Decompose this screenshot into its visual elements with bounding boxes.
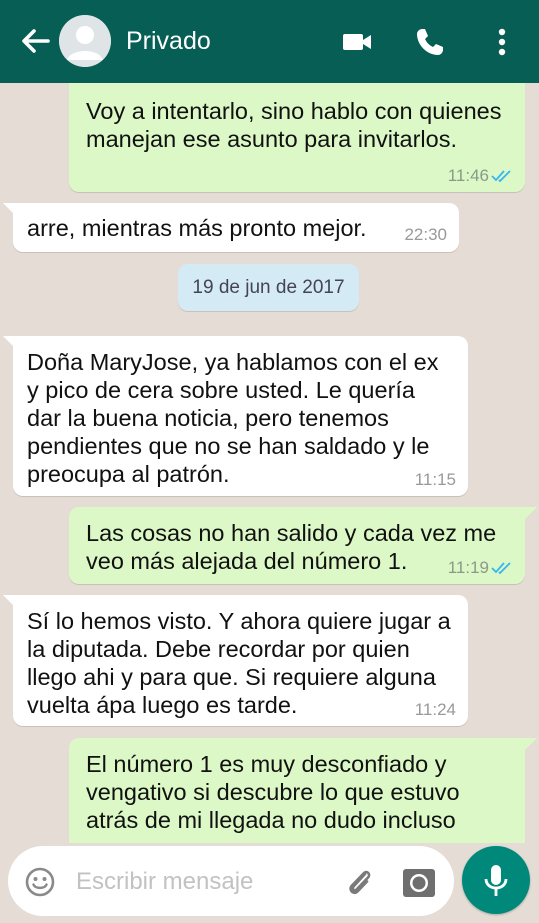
- message-list[interactable]: Voy a intentarlo, sino hablo con quienes…: [0, 83, 539, 843]
- message-text: Voy a intentarlo, sino hablo con quienes…: [86, 98, 502, 152]
- composer-bar: [0, 843, 539, 923]
- bubble-tail: [525, 738, 537, 750]
- incoming-message[interactable]: Doña MaryJose, ya hablamos con el ex y p…: [13, 336, 468, 496]
- back-arrow-icon[interactable]: [18, 24, 52, 58]
- message-time: 11:24: [414, 700, 456, 719]
- incoming-message[interactable]: arre, mientras más pronto mejor. 22:30: [13, 203, 459, 252]
- phone-icon[interactable]: [413, 25, 447, 59]
- outgoing-message[interactable]: Voy a intentarlo, sino hablo con quienes…: [69, 83, 525, 192]
- message-time: 11:15: [414, 470, 456, 489]
- message-input-box[interactable]: [8, 846, 454, 916]
- avatar-icon: [59, 15, 111, 67]
- emoji-icon[interactable]: [24, 866, 56, 898]
- camera-icon[interactable]: [401, 864, 437, 900]
- bubble-tail: [3, 336, 15, 348]
- incoming-message[interactable]: Sí lo hemos visto. Y ahora quiere jugar …: [13, 595, 468, 726]
- contact-name[interactable]: Privado: [126, 26, 211, 56]
- message-input[interactable]: [74, 864, 338, 900]
- avatar[interactable]: [59, 15, 111, 67]
- date-divider: 19 de jun de 2017: [178, 264, 359, 311]
- message-text: El número 1 es muy desconfiado y vengati…: [86, 751, 460, 833]
- bubble-tail: [3, 595, 15, 607]
- outgoing-message[interactable]: El número 1 es muy desconfiado y vengati…: [69, 738, 525, 843]
- message-text: arre, mientras más pronto mejor.: [27, 215, 367, 241]
- message-text: Sí lo hemos visto. Y ahora quiere jugar …: [27, 608, 451, 718]
- bubble-tail: [3, 203, 15, 215]
- mic-icon: [484, 865, 508, 896]
- bubble-tail: [525, 507, 537, 519]
- double-check-icon: [491, 562, 511, 575]
- double-check-icon: [491, 170, 511, 183]
- attach-icon[interactable]: [343, 865, 377, 899]
- chat-header: Privado: [0, 0, 539, 83]
- message-time: 22:30: [404, 225, 447, 244]
- message-text: Doña MaryJose, ya hablamos con el ex y p…: [27, 349, 439, 487]
- message-time: 11:19: [448, 559, 513, 577]
- mic-button[interactable]: [462, 846, 530, 914]
- more-options-icon[interactable]: [485, 25, 519, 59]
- video-call-icon[interactable]: [340, 25, 374, 59]
- outgoing-message[interactable]: Las cosas no han salido y cada vez me ve…: [69, 507, 525, 584]
- message-time: 11:46: [448, 167, 513, 185]
